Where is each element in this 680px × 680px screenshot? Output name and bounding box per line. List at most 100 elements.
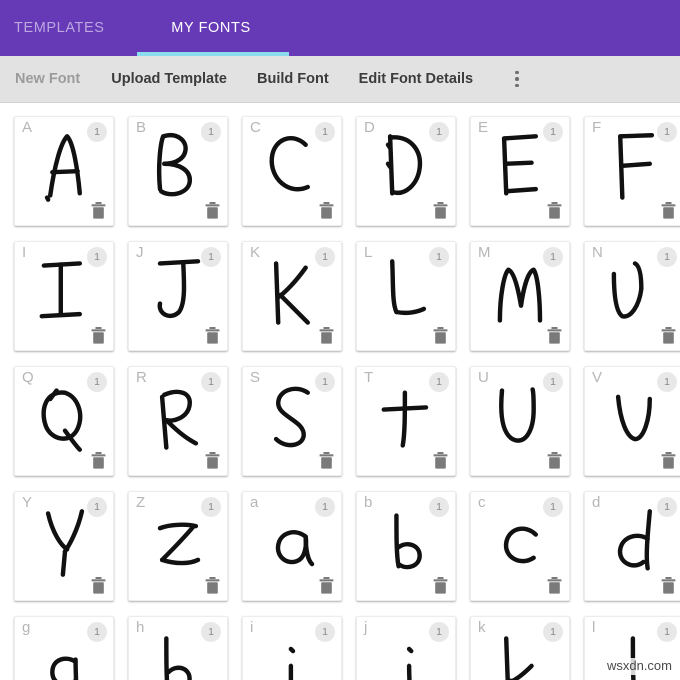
more-dot <box>515 70 519 75</box>
trash-icon[interactable] <box>547 202 562 219</box>
trash-icon[interactable] <box>433 577 448 594</box>
trash-icon[interactable] <box>205 452 220 469</box>
glyph-card[interactable]: U1 <box>470 366 570 476</box>
handwritten-glyph-preview <box>357 631 455 680</box>
handwritten-glyph-preview <box>129 506 227 580</box>
trash-icon[interactable] <box>433 202 448 219</box>
handwritten-glyph-preview <box>471 381 569 455</box>
trash-icon[interactable] <box>661 327 676 344</box>
trash-icon[interactable] <box>205 202 220 219</box>
handwritten-glyph-preview <box>129 131 227 205</box>
handwritten-glyph-preview <box>471 506 569 580</box>
glyph-card[interactable]: c1 <box>470 491 570 601</box>
glyph-card[interactable]: E1 <box>470 116 570 226</box>
trash-icon[interactable] <box>547 327 562 344</box>
handwritten-glyph-preview <box>585 131 680 205</box>
trash-icon[interactable] <box>91 577 106 594</box>
glyph-card[interactable]: L1 <box>356 241 456 351</box>
handwritten-glyph-preview <box>243 381 341 455</box>
glyph-card[interactable]: B1 <box>128 116 228 226</box>
glyph-card[interactable]: D1 <box>356 116 456 226</box>
glyph-card[interactable]: F1 <box>584 116 680 226</box>
handwritten-glyph-preview <box>585 381 680 455</box>
handwritten-glyph-preview <box>585 256 680 330</box>
more-dot <box>515 77 519 81</box>
tab-templates[interactable]: TEMPLATES <box>0 0 137 56</box>
handwritten-glyph-preview <box>15 381 113 455</box>
glyph-card[interactable]: S1 <box>242 366 342 476</box>
trash-icon[interactable] <box>91 452 106 469</box>
upload-template-button[interactable]: Upload Template <box>111 71 227 87</box>
trash-icon[interactable] <box>547 452 562 469</box>
edit-font-details-button[interactable]: Edit Font Details <box>359 71 473 87</box>
trash-icon[interactable] <box>319 577 334 594</box>
trash-icon[interactable] <box>661 577 676 594</box>
trash-icon[interactable] <box>319 327 334 344</box>
trash-icon[interactable] <box>205 577 220 594</box>
glyph-card[interactable]: M1 <box>470 241 570 351</box>
trash-icon[interactable] <box>433 327 448 344</box>
glyph-row: A1B1C1D1E1F1 <box>14 116 680 241</box>
trash-icon[interactable] <box>91 327 106 344</box>
glyph-card[interactable]: d1 <box>584 491 680 601</box>
handwritten-glyph-preview <box>471 131 569 205</box>
handwritten-glyph-preview <box>471 256 569 330</box>
glyph-card[interactable]: b1 <box>356 491 456 601</box>
handwritten-glyph-preview <box>243 506 341 580</box>
handwritten-glyph-preview <box>357 131 455 205</box>
action-toolbar: New Font Upload Template Build Font Edit… <box>0 56 680 103</box>
glyph-card[interactable]: k1 <box>470 616 570 680</box>
glyph-card[interactable]: A1 <box>14 116 114 226</box>
handwritten-glyph-preview <box>243 631 341 680</box>
glyph-card[interactable]: J1 <box>128 241 228 351</box>
handwritten-glyph-preview <box>357 506 455 580</box>
trash-icon[interactable] <box>547 577 562 594</box>
glyph-row: I1J1K1L1M1N1 <box>14 241 680 366</box>
glyph-card[interactable]: a1 <box>242 491 342 601</box>
tab-my-fonts[interactable]: MY FONTS <box>135 0 287 56</box>
glyph-row: Y1Z1a1b1c1d1 <box>14 491 680 616</box>
glyph-card[interactable]: j1 <box>356 616 456 680</box>
glyph-card[interactable]: R1 <box>128 366 228 476</box>
trash-icon[interactable] <box>91 202 106 219</box>
glyph-card[interactable]: C1 <box>242 116 342 226</box>
glyph-card[interactable]: i1 <box>242 616 342 680</box>
handwritten-glyph-preview <box>15 506 113 580</box>
handwritten-glyph-preview <box>471 631 569 680</box>
handwritten-glyph-preview <box>585 506 680 580</box>
trash-icon[interactable] <box>319 452 334 469</box>
trash-icon[interactable] <box>433 452 448 469</box>
glyph-card[interactable]: Y1 <box>14 491 114 601</box>
handwritten-glyph-preview <box>129 381 227 455</box>
handwritten-glyph-preview <box>15 131 113 205</box>
glyph-card[interactable]: h1 <box>128 616 228 680</box>
glyph-card[interactable]: V1 <box>584 366 680 476</box>
trash-icon[interactable] <box>205 327 220 344</box>
more-vert-icon[interactable] <box>504 64 530 94</box>
handwritten-glyph-preview <box>15 631 113 680</box>
glyph-card[interactable]: I1 <box>14 241 114 351</box>
app-bar: TEMPLATES MY FONTS <box>0 0 680 56</box>
glyph-row: g1h1i1j1k1l1 <box>14 616 680 680</box>
glyph-card[interactable]: T1 <box>356 366 456 476</box>
trash-icon[interactable] <box>661 452 676 469</box>
trash-icon[interactable] <box>319 202 334 219</box>
handwritten-glyph-preview <box>129 631 227 680</box>
handwritten-glyph-preview <box>15 256 113 330</box>
handwritten-glyph-preview <box>357 381 455 455</box>
handwritten-glyph-preview <box>357 256 455 330</box>
glyph-row: Q1R1S1T1U1V1 <box>14 366 680 491</box>
handwritten-glyph-preview <box>129 256 227 330</box>
glyph-card[interactable]: Z1 <box>128 491 228 601</box>
glyph-card[interactable]: K1 <box>242 241 342 351</box>
build-font-button[interactable]: Build Font <box>257 71 329 87</box>
glyph-card[interactable]: N1 <box>584 241 680 351</box>
glyph-card-grid: A1B1C1D1E1F1I1J1K1L1M1N1Q1R1S1T1U1V1Y1Z1… <box>0 103 680 680</box>
handwritten-glyph-preview <box>243 131 341 205</box>
glyph-card[interactable]: Q1 <box>14 366 114 476</box>
handwritten-glyph-preview <box>243 256 341 330</box>
new-font-button[interactable]: New Font <box>15 71 80 87</box>
more-dot <box>515 83 519 88</box>
glyph-card[interactable]: g1 <box>14 616 114 680</box>
trash-icon[interactable] <box>661 202 676 219</box>
